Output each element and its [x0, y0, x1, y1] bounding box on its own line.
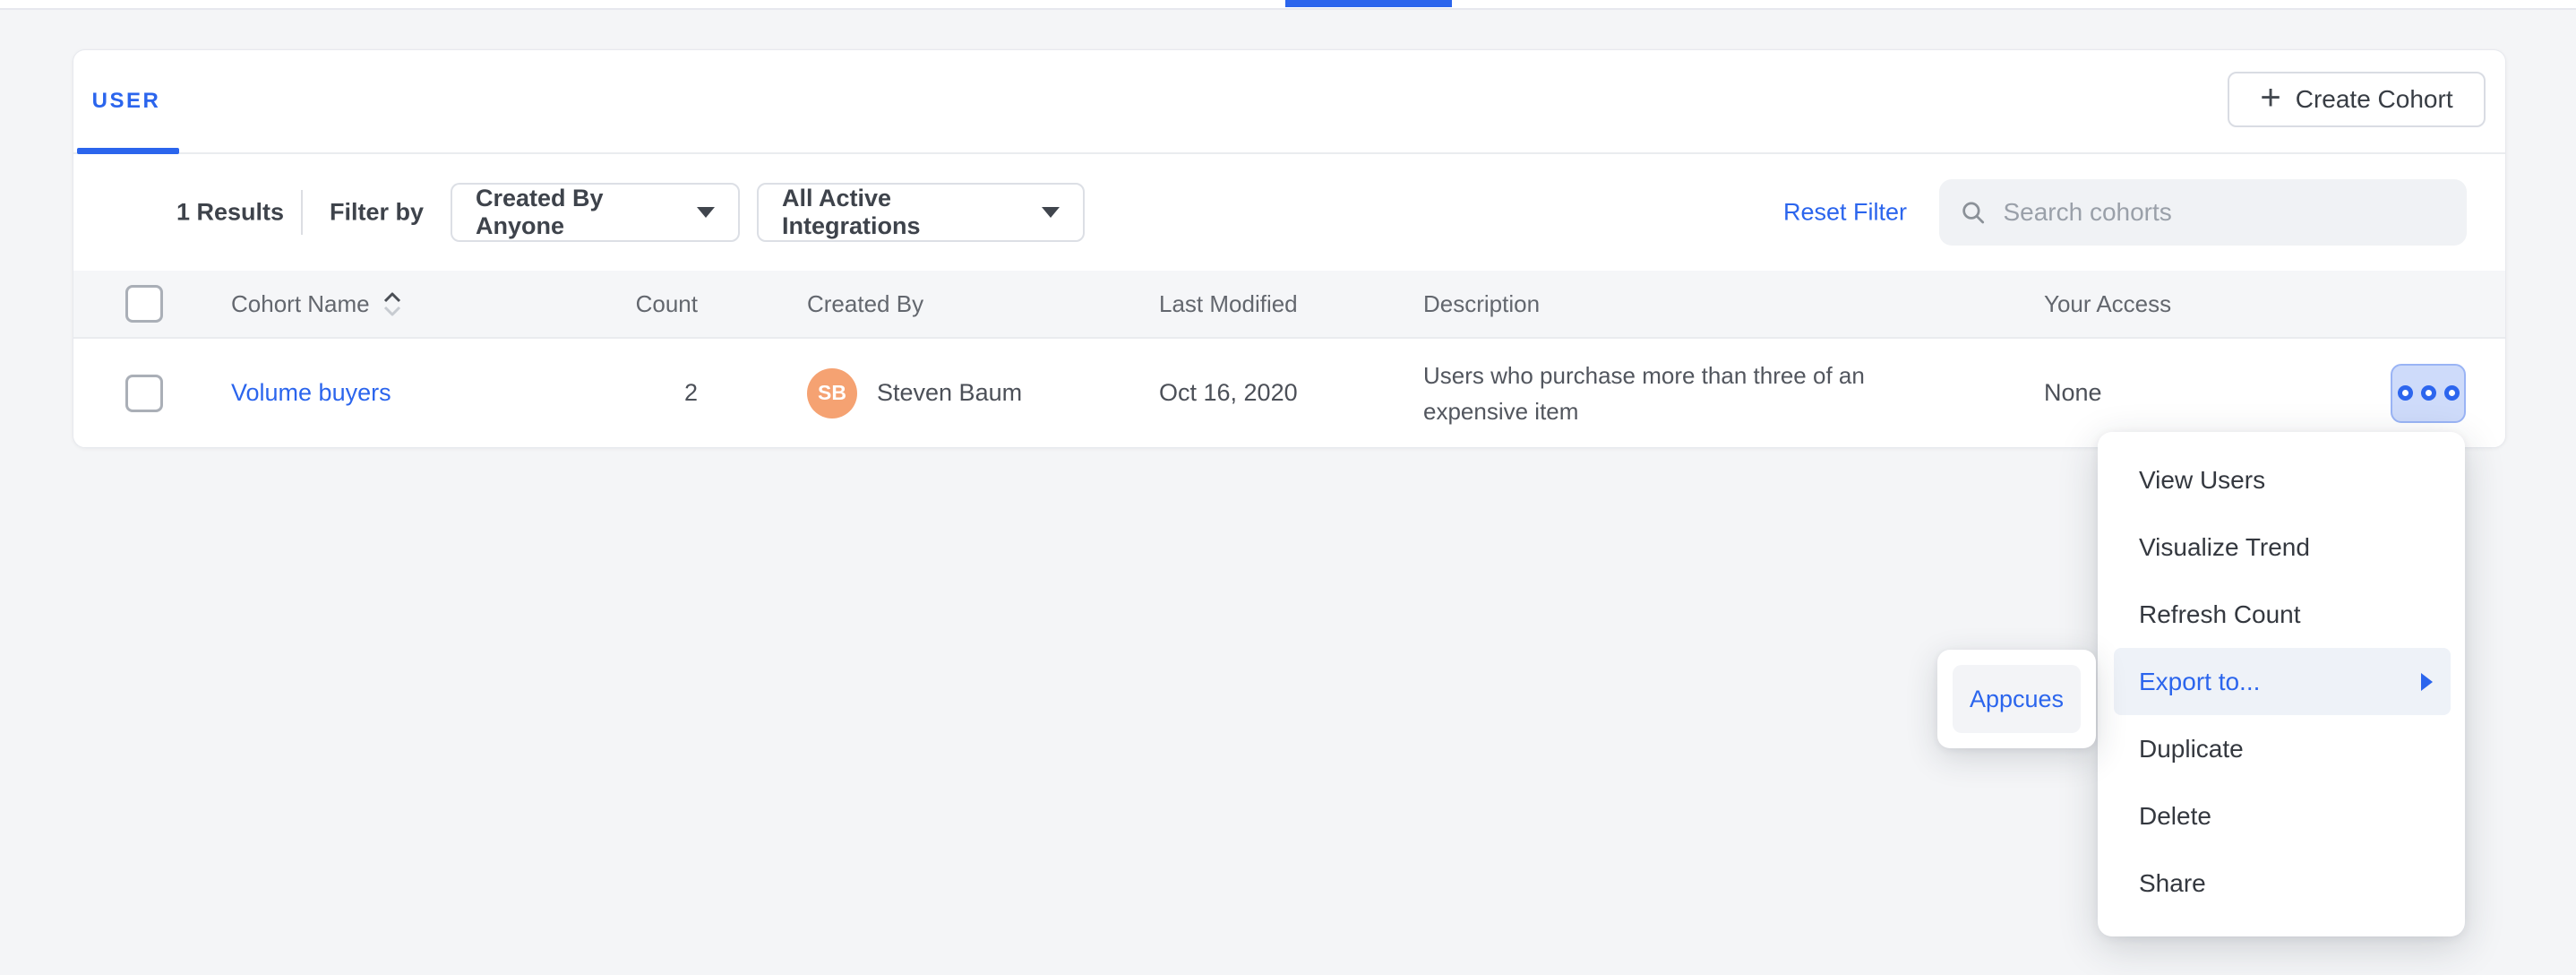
- ellipsis-dot-icon: [2421, 385, 2436, 401]
- row-checkbox-cell: [73, 375, 231, 412]
- header-description: Description: [1423, 290, 2025, 318]
- tab-user-underline: [77, 148, 179, 154]
- header-cohort-name-label: Cohort Name: [231, 290, 370, 318]
- header-your-access: Your Access: [2025, 290, 2505, 318]
- last-modified-value: Oct 16, 2020: [1159, 379, 1423, 407]
- filter-bar: 1 Results Filter by Created By Anyone Al…: [73, 154, 2505, 271]
- menu-item-refresh-count[interactable]: Refresh Count: [2098, 581, 2465, 648]
- submenu-item-appcues[interactable]: Appcues: [1953, 665, 2081, 733]
- menu-item-export-to-label: Export to...: [2139, 668, 2260, 696]
- header-last-modified: Last Modified: [1159, 290, 1423, 318]
- ellipsis-dot-icon: [2398, 385, 2413, 401]
- cohort-count: 2: [628, 379, 719, 407]
- row-context-menu: View Users Visualize Trend Refresh Count…: [2098, 432, 2465, 936]
- search-cohorts-input[interactable]: [2001, 197, 2445, 228]
- select-all-checkbox[interactable]: [125, 285, 163, 323]
- menu-item-share[interactable]: Share: [2098, 850, 2465, 917]
- chevron-down-icon: [1042, 207, 1060, 218]
- cohorts-page: USER + Create Cohort 1 Results Filter by…: [0, 0, 2576, 975]
- search-icon: [1961, 199, 1985, 226]
- cohorts-card: USER + Create Cohort 1 Results Filter by…: [73, 49, 2506, 448]
- filter-divider: [301, 190, 303, 235]
- integrations-dropdown[interactable]: All Active Integrations: [757, 183, 1085, 242]
- header-checkbox-cell: [73, 285, 231, 323]
- table-header-row: Cohort Name Count Created By Last Modifi…: [73, 271, 2505, 339]
- chevron-down-icon: [697, 207, 715, 218]
- create-cohort-button[interactable]: + Create Cohort: [2228, 72, 2486, 127]
- export-submenu: Appcues: [1937, 650, 2096, 748]
- results-count: 1 Results: [176, 199, 284, 227]
- header-count: Count: [628, 290, 719, 318]
- created-by-cell: SB Steven Baum: [719, 368, 1159, 418]
- search-box[interactable]: [1939, 179, 2467, 246]
- sort-icon[interactable]: [382, 290, 402, 317]
- cohort-name-link[interactable]: Volume buyers: [231, 379, 391, 407]
- top-tab-strip: [0, 0, 2576, 10]
- row-checkbox[interactable]: [125, 375, 163, 412]
- reset-filter-link[interactable]: Reset Filter: [1783, 199, 1907, 227]
- submenu-arrow-icon: [2421, 673, 2433, 691]
- tab-user-label: USER: [92, 89, 161, 114]
- menu-item-view-users[interactable]: View Users: [2098, 446, 2465, 513]
- table-row: Volume buyers 2 SB Steven Baum Oct 16, 2…: [73, 339, 2505, 447]
- plus-icon: +: [2260, 80, 2280, 116]
- ellipsis-dot-icon: [2444, 385, 2460, 401]
- cohort-name-cell: Volume buyers: [231, 379, 628, 407]
- created-by-dropdown[interactable]: Created By Anyone: [451, 183, 740, 242]
- menu-item-visualize-trend[interactable]: Visualize Trend: [2098, 513, 2465, 581]
- menu-item-export-to[interactable]: Export to...: [2114, 648, 2451, 715]
- filter-by-label: Filter by: [330, 199, 424, 227]
- your-access-cell: None: [2025, 364, 2505, 423]
- tab-user[interactable]: USER: [75, 50, 177, 152]
- more-options-button[interactable]: [2391, 364, 2466, 423]
- avatar: SB: [807, 368, 857, 418]
- header-cohort-name[interactable]: Cohort Name: [231, 290, 628, 318]
- description-cell: Users who purchase more than three of an…: [1423, 358, 2025, 429]
- create-cohort-label: Create Cohort: [2296, 85, 2453, 114]
- menu-item-delete[interactable]: Delete: [2098, 782, 2465, 850]
- menu-item-duplicate[interactable]: Duplicate: [2098, 715, 2465, 782]
- header-created-by: Created By: [719, 290, 1159, 318]
- created-by-dropdown-value: Created By Anyone: [476, 185, 679, 240]
- your-access-value: None: [2044, 379, 2102, 407]
- description-text: Users who purchase more than three of an…: [1423, 358, 1929, 429]
- created-by-name: Steven Baum: [877, 379, 1022, 407]
- integrations-dropdown-value: All Active Integrations: [782, 185, 1024, 240]
- active-tab-indicator: [1285, 0, 1452, 7]
- card-tab-bar: USER + Create Cohort: [73, 50, 2505, 154]
